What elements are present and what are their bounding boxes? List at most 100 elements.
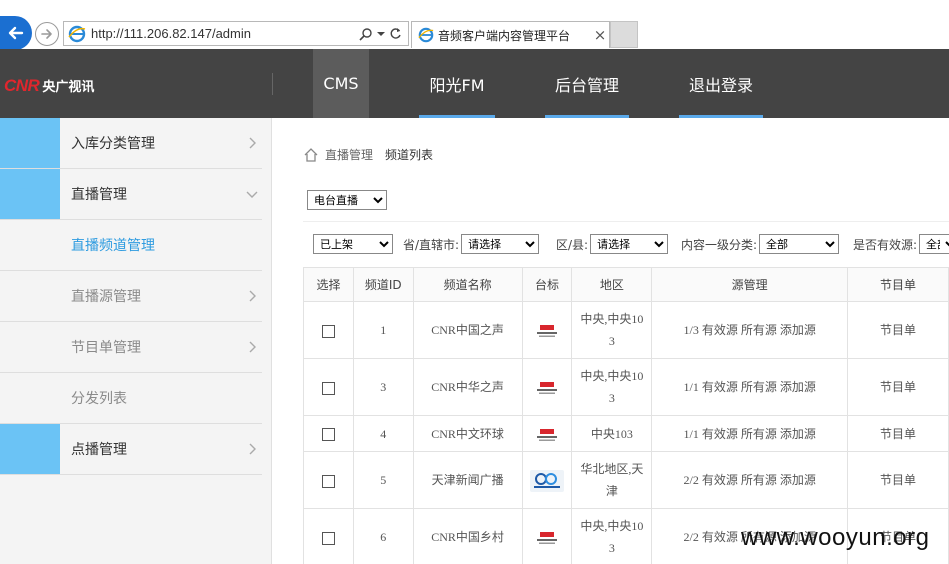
sidebar-item-vod[interactable]: 点播管理 — [0, 424, 262, 475]
breadcrumb-current: 频道列表 — [385, 148, 434, 162]
cnr-logo-icon — [537, 382, 558, 395]
channel-name: CNR中文环球 — [412, 415, 523, 452]
region-line: 中央103 — [590, 426, 633, 441]
row-checkbox[interactable] — [321, 428, 335, 442]
region-line: 中央,中央10 — [580, 369, 644, 383]
row-checkbox[interactable] — [321, 474, 335, 488]
channel-name: CNR中国乡村 — [412, 508, 523, 564]
sidebar-accent — [0, 169, 60, 219]
region-line: 中央,中央10 — [580, 312, 644, 326]
sidebar-item-label: 节目单管理 — [71, 340, 141, 356]
schedule-link[interactable]: 节目单 — [846, 451, 949, 509]
row-checkbox[interactable] — [321, 531, 335, 545]
live-type-select[interactable]: 电台直播 — [307, 190, 387, 210]
col-channel-name: 频道名称 — [412, 267, 523, 302]
ie-icon — [68, 25, 86, 42]
status-select[interactable]: 已上架 — [313, 234, 393, 254]
district-select[interactable]: 请选择 — [590, 234, 669, 254]
screen: http://111.206.82.147/admin 音频客户端内容管理平台 … — [0, 0, 949, 564]
sidebar-accent — [0, 424, 60, 474]
source-links[interactable]: 1/1 有效源 所有源 添加源 — [651, 415, 848, 452]
dropdown-arrow-icon[interactable] — [377, 30, 385, 38]
tab-close-icon[interactable]: × — [591, 26, 609, 44]
logo-cell — [521, 301, 573, 359]
logo-cell — [521, 358, 573, 416]
browser-chrome: http://111.206.82.147/admin 音频客户端内容管理平台 … — [0, 0, 949, 50]
chevron-down-icon — [246, 191, 258, 198]
sidebar-item-category[interactable]: 入库分类管理 — [0, 118, 262, 169]
chevron-right-icon — [249, 290, 256, 302]
top-navigation: CNR 央广视讯 CMS 阳光FM 后台管理 退出登录 — [0, 49, 949, 118]
logo-cell — [521, 508, 573, 564]
address-controls — [359, 27, 408, 41]
nav-item-logout[interactable]: 退出登录 — [679, 49, 763, 118]
table-header-row: 选择 频道ID 频道名称 台标 地区 源管理 节目单 — [303, 267, 949, 302]
province-select[interactable]: 请选择 — [461, 234, 540, 254]
source-links[interactable]: 1/3 有效源 所有源 添加源 — [651, 301, 848, 359]
channel-id: 4 — [352, 415, 414, 452]
sidebar-item-label: 直播管理 — [71, 187, 127, 203]
sidebar-item-distribution[interactable]: 分发列表 — [0, 373, 262, 424]
category-filter: 内容一级分类: 全部 — [681, 234, 840, 254]
address-bar[interactable]: http://111.206.82.147/admin — [63, 21, 409, 46]
sidebar-item-label: 直播频道管理 — [71, 238, 155, 254]
schedule-link[interactable]: 节目单 — [846, 301, 949, 359]
source-links[interactable]: 1/1 有效源 所有源 添加源 — [651, 358, 848, 416]
sidebar-item-live[interactable]: 直播管理 — [0, 169, 262, 220]
nav-item-backend[interactable]: 后台管理 — [545, 49, 629, 118]
refresh-icon[interactable] — [389, 27, 402, 40]
chevron-right-icon — [249, 137, 256, 149]
region-cell: 华北地区,天津 — [571, 451, 653, 509]
ie-icon — [418, 27, 434, 43]
sidebar-item-live-sources[interactable]: 直播源管理 — [0, 271, 262, 322]
channel-name: 天津新闻广播 — [412, 451, 523, 509]
nav-item-label: CMS — [323, 74, 359, 93]
arrow-left-icon — [8, 26, 24, 40]
sidebar-item-label: 分发列表 — [71, 391, 127, 407]
brand-logo-mark: CNR — [4, 76, 40, 95]
tianjin-logo-icon — [530, 469, 565, 492]
row-checkbox[interactable] — [321, 381, 335, 395]
url-text: http://111.206.82.147/admin — [91, 26, 251, 41]
source-links[interactable]: 2/2 有效源 所有源 添加源 — [651, 451, 848, 509]
nav-item-sunshine-fm[interactable]: 阳光FM — [419, 49, 495, 118]
region-line: 3 — [608, 391, 615, 405]
back-button[interactable] — [0, 16, 32, 50]
sidebar-accent — [0, 118, 60, 168]
sidebar-item-schedules[interactable]: 节目单管理 — [0, 322, 262, 373]
forward-button[interactable] — [35, 22, 59, 46]
cnr-logo-icon — [537, 428, 558, 441]
table-row: 4 CNR中文环球 中央103 1/1 有效源 所有源 添加源 节目单 — [303, 415, 949, 452]
col-logo: 台标 — [521, 267, 573, 302]
search-icon[interactable] — [359, 27, 373, 41]
schedule-link[interactable]: 节目单 — [846, 415, 949, 452]
channel-id: 3 — [352, 358, 414, 416]
district-filter: 区/县: 请选择 — [556, 234, 669, 254]
region-cell: 中央103 — [571, 415, 653, 452]
select-cell — [303, 451, 354, 509]
cnr-logo-icon — [537, 325, 558, 338]
row-checkbox[interactable] — [321, 324, 335, 338]
home-icon[interactable] — [303, 147, 319, 163]
select-cell — [303, 508, 354, 564]
select-cell — [303, 358, 354, 416]
col-select: 选择 — [303, 267, 354, 302]
nav-item-label: 退出登录 — [688, 75, 753, 95]
sidebar-item-live-channels[interactable]: 直播频道管理 — [0, 220, 262, 271]
nav-item-cms[interactable]: CMS — [313, 49, 369, 118]
sidebar-item-label: 点播管理 — [71, 442, 127, 458]
arrow-right-icon — [41, 29, 52, 39]
brand-logo[interactable]: CNR 央广视讯 — [4, 76, 94, 96]
channel-table: 选择 频道ID 频道名称 台标 地区 源管理 节目单 1 CNR中国之声 中央,… — [303, 267, 949, 564]
channel-name: CNR中华之声 — [412, 358, 523, 416]
category-select[interactable]: 全部 — [759, 234, 840, 254]
browser-tab[interactable]: 音频客户端内容管理平台 × — [411, 21, 610, 48]
col-channel-id: 频道ID — [352, 267, 414, 302]
schedule-link[interactable]: 节目单 — [846, 358, 949, 416]
new-tab-button[interactable] — [610, 21, 638, 48]
breadcrumb-parent[interactable]: 直播管理 — [325, 146, 373, 163]
valid-source-select[interactable]: 全部 — [919, 234, 949, 254]
channel-name: CNR中国之声 — [412, 301, 523, 359]
nav-divider — [272, 73, 273, 95]
logo-cell — [521, 415, 573, 452]
